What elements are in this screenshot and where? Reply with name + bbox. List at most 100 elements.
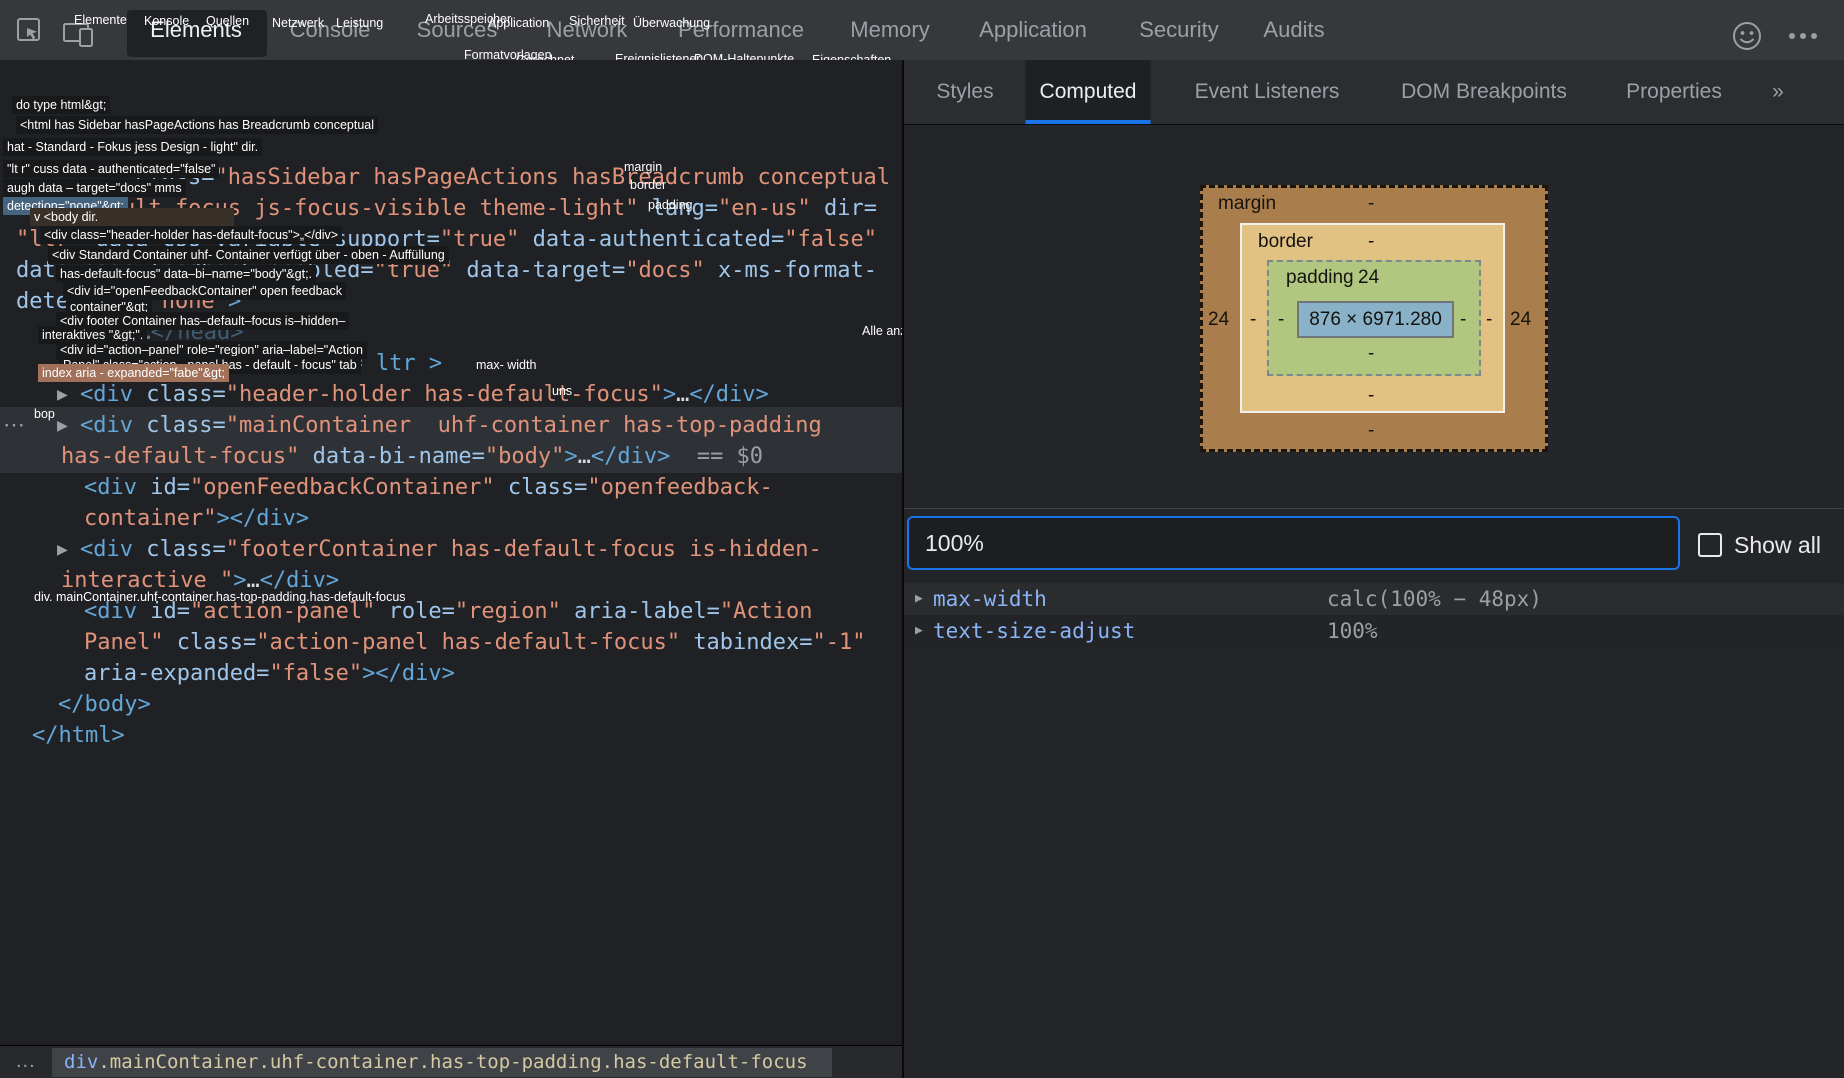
- translation-overlay: bop: [30, 405, 59, 423]
- translation-overlay: has-default-focus" data–bi–name="body"&g…: [56, 265, 316, 283]
- code-token-tag: </html>: [32, 723, 125, 748]
- elements-dom-tree-panel: class="hasSidebar hasPageActions hasBrea…: [0, 60, 902, 1045]
- feedback-smiley-icon[interactable]: [1731, 20, 1763, 52]
- property-disclosure-icon[interactable]: ▶: [915, 583, 923, 615]
- translation-overlay: augh data – target="docs" mms: [3, 179, 186, 197]
- code-token-tag: >: [564, 444, 577, 469]
- border-label: border: [1258, 231, 1313, 253]
- code-token-tag: >: [362, 661, 375, 686]
- margin-right-value[interactable]: 24: [1510, 309, 1531, 331]
- code-token-tag: <div: [80, 382, 133, 407]
- computed-property-row[interactable]: ▶max-widthcalc(100% − 48px): [904, 583, 1844, 615]
- property-disclosure-icon[interactable]: ▶: [915, 615, 923, 647]
- code-token-val: "false": [269, 661, 362, 686]
- code-token-t: [680, 630, 693, 655]
- dom-tree-node[interactable]: has-default-focus" data-bi-name="body">……: [61, 441, 763, 472]
- breadcrumb-item-selected[interactable]: div.mainContainer.uhf-container.has-top-…: [52, 1048, 832, 1077]
- code-token-val: "footerContainer has-default-focus is-hi…: [226, 537, 822, 562]
- breadcrumb-classes: .mainContainer.uhf-container.has-top-pad…: [98, 1051, 807, 1073]
- border-left-value[interactable]: -: [1250, 309, 1256, 331]
- toolbar-tab-application[interactable]: Application: [979, 0, 1087, 60]
- translation-overlay: Elemente: [74, 13, 127, 28]
- toolbar-tab-memory[interactable]: Memory: [850, 0, 929, 60]
- toolbar-tab-network[interactable]: Network: [547, 0, 628, 60]
- dom-row-overflow-dots[interactable]: ⋯: [3, 412, 27, 438]
- code-token-t: [137, 475, 150, 500]
- box-model-content-box[interactable]: 876 × 6971.280: [1297, 301, 1454, 338]
- code-token-t: [561, 599, 574, 624]
- code-token-tag: </div>: [591, 444, 670, 469]
- code-token-val: "mainContainer uhf-container has-top-pad…: [226, 413, 822, 438]
- dom-tree-node[interactable]: </html>: [32, 720, 125, 751]
- dom-tree-node[interactable]: <div class="footerContainer has-default-…: [80, 534, 822, 565]
- breadcrumb-tag: div: [64, 1051, 98, 1073]
- code-token-val: "false": [784, 227, 877, 252]
- translation-overlay: index aria - expanded="fabe"&gt;: [38, 364, 229, 382]
- sidebar-tab-dom-breakpoints[interactable]: DOM Breakpoints: [1387, 60, 1581, 124]
- margin-top-value[interactable]: -: [1368, 193, 1374, 215]
- main-toolbar: ElementsConsoleSourcesNetworkPerformance…: [0, 0, 1844, 61]
- padding-top-value[interactable]: 24: [1358, 267, 1379, 289]
- translation-overlay: uns: [548, 382, 576, 400]
- code-token-tag: >: [216, 506, 229, 531]
- sidebar-tab-computed[interactable]: Computed: [1026, 60, 1151, 124]
- translation-overlay: padding: [644, 196, 697, 214]
- code-token-t: [133, 537, 146, 562]
- dom-tree-node[interactable]: <div class="header-holder has-default-fo…: [80, 379, 769, 410]
- dom-tree-node[interactable]: Panel" class="action-panel has-default-f…: [84, 627, 866, 658]
- translation-overlay: border: [626, 176, 670, 194]
- border-right-value[interactable]: -: [1486, 309, 1492, 331]
- sidebar-tab-styles[interactable]: Styles: [922, 60, 1007, 124]
- padding-bottom-value[interactable]: -: [1368, 343, 1374, 365]
- code-token-tag: </div>: [689, 382, 768, 407]
- translation-overlay: Quellen: [206, 14, 249, 29]
- code-token-t: [299, 444, 312, 469]
- dom-tree-node[interactable]: container"></div>: [84, 503, 309, 534]
- toolbar-tab-audits[interactable]: Audits: [1263, 0, 1324, 60]
- code-token-attr: class=: [508, 475, 587, 500]
- translation-overlay: max- width: [472, 356, 540, 374]
- padding-left-value[interactable]: -: [1278, 309, 1284, 331]
- code-token-attr: class=: [146, 537, 225, 562]
- toolbar-tab-elements[interactable]: Elements: [150, 0, 242, 60]
- border-top-value[interactable]: -: [1368, 231, 1374, 253]
- padding-right-value[interactable]: -: [1460, 309, 1466, 331]
- breadcrumb-ellipsis[interactable]: ...: [16, 1050, 36, 1073]
- computed-property-row[interactable]: ▶text-size-adjust100%: [904, 615, 1844, 647]
- show-all-checkbox[interactable]: [1698, 533, 1722, 557]
- code-token-val: "region": [455, 599, 561, 624]
- dom-tree-node[interactable]: aria-expanded="false"></div>: [84, 658, 455, 689]
- disclosure-triangle-icon[interactable]: ▶: [57, 534, 68, 565]
- code-token-attr: data-authenticated=: [533, 227, 785, 252]
- translation-overlay: "lt r" cuss data - authenticated="false": [3, 160, 219, 178]
- code-token-val: "action-panel has-default-focus": [256, 630, 680, 655]
- computed-filter-input[interactable]: [907, 516, 1680, 570]
- code-token-attr: class=: [146, 413, 225, 438]
- padding-label: padding: [1286, 267, 1354, 289]
- translation-overlay: div. mainContainer.uhf-container.has-top…: [30, 588, 410, 606]
- dom-tree-node[interactable]: <div id="openFeedbackContainer" class="o…: [84, 472, 773, 503]
- code-token-tag: <div: [84, 475, 137, 500]
- inspect-element-icon[interactable]: [16, 17, 43, 44]
- translation-overlay: Überwachung: [633, 16, 710, 31]
- code-token-t: [705, 258, 718, 283]
- dom-tree-node[interactable]: <div class="mainContainer uhf-container …: [80, 410, 822, 441]
- code-token-tag: </body>: [58, 692, 151, 717]
- code-token-attr: tabindex=: [693, 630, 812, 655]
- margin-left-value[interactable]: 24: [1208, 309, 1229, 331]
- sidebar-tab-properties[interactable]: Properties: [1612, 60, 1736, 124]
- sidebar-tab-event-listeners[interactable]: Event Listeners: [1181, 60, 1354, 124]
- margin-bottom-value[interactable]: -: [1368, 420, 1374, 442]
- translation-overlay: do type html&gt;: [12, 96, 110, 114]
- code-token-tag: <div: [80, 413, 133, 438]
- dom-tree-node[interactable]: class="hasSidebar hasPageActions hasBrea…: [135, 162, 890, 193]
- code-token-val: "-1": [813, 630, 866, 655]
- toolbar-tab-security[interactable]: Security: [1139, 0, 1218, 60]
- code-token-val: "true": [440, 227, 519, 252]
- code-token-val: "docs": [625, 258, 704, 283]
- property-name: max-width: [933, 583, 1047, 615]
- tab-overflow-chevron-icon[interactable]: »: [1758, 60, 1798, 124]
- border-bottom-value[interactable]: -: [1368, 385, 1374, 407]
- dom-tree-node[interactable]: </body>: [58, 689, 151, 720]
- show-all-label[interactable]: Show all: [1734, 532, 1821, 559]
